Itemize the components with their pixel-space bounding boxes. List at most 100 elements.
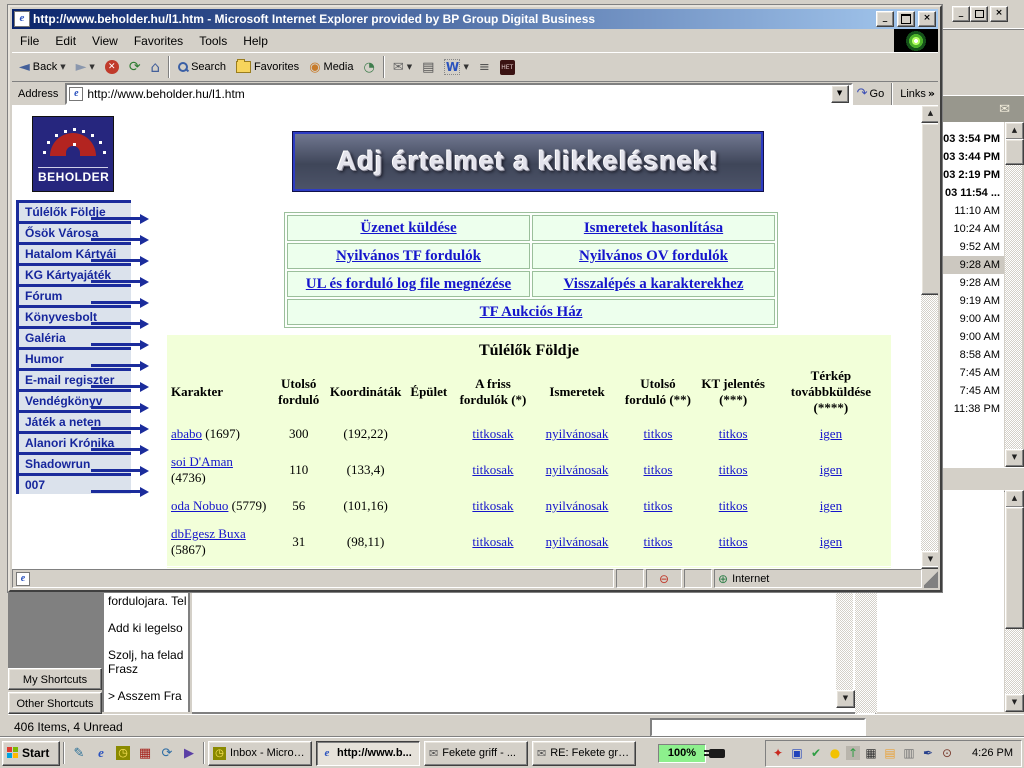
- tray-icon-pinwheel[interactable]: ✦: [770, 745, 786, 761]
- last-turn-link[interactable]: titkos: [644, 462, 673, 477]
- outlook-column-header[interactable]: ✉: [938, 95, 1024, 122]
- task-fekete-griff[interactable]: ✉ Fekete griff - ...: [424, 741, 528, 766]
- sidebar-item-humor[interactable]: Humor: [16, 347, 131, 368]
- sidebar-item-osok-varosa[interactable]: Ősök Városa: [16, 221, 131, 242]
- link-tf-aukcios-haz[interactable]: TF Aukciós Ház: [480, 304, 583, 320]
- quicklaunch-save-icon[interactable]: ▦: [134, 742, 156, 764]
- sidebar-item-galeria[interactable]: Galéria: [16, 326, 131, 347]
- taskbar-clock[interactable]: 4:26 PM: [972, 747, 1013, 759]
- forward-button[interactable]: ► ▼: [71, 57, 100, 77]
- outlook-list-scrollbar[interactable]: ▲ ▼: [1005, 122, 1022, 467]
- quicklaunch-media-player-icon[interactable]: ▶: [178, 742, 200, 764]
- stop-button[interactable]: ✕: [100, 58, 124, 76]
- menu-view[interactable]: View: [84, 31, 126, 51]
- forward-dropdown-icon[interactable]: ▼: [89, 63, 94, 71]
- back-dropdown-icon[interactable]: ▼: [60, 63, 65, 71]
- scroll-up-icon[interactable]: ▲: [1005, 122, 1024, 140]
- task-inbox[interactable]: ◷ Inbox - Micros...: [208, 741, 312, 766]
- sidebar-item-jatek-a-neten[interactable]: Játék a neten: [16, 410, 131, 431]
- search-button[interactable]: Search: [173, 59, 231, 75]
- character-link[interactable]: oda Nobuo: [171, 498, 228, 513]
- history-button[interactable]: ◔: [359, 58, 380, 77]
- kt-report-link[interactable]: titkos: [719, 462, 748, 477]
- link-visszalepes[interactable]: Visszalépés a karakterekhez: [564, 276, 744, 292]
- sidebar-item-shadowrun[interactable]: Shadowrun: [16, 452, 131, 473]
- tray-icon-network-update[interactable]: ↑: [846, 746, 860, 760]
- beholder-logo[interactable]: BEHOLDER: [32, 116, 114, 192]
- start-button[interactable]: Start: [2, 741, 60, 766]
- outlook-message-list[interactable]: 03 3:54 PM 03 3:44 PM 03 2:19 PM 03 11:5…: [938, 122, 1004, 467]
- task-re-fekete-griff[interactable]: ✉ RE: Fekete grif...: [532, 741, 636, 766]
- outlook-preview-scrollbar[interactable]: ▲ ▼: [1005, 490, 1022, 712]
- message-received-time[interactable]: 9:00 AM: [938, 310, 1004, 328]
- menu-tools[interactable]: Tools: [191, 31, 235, 51]
- tray-icon-search[interactable]: ⊙: [939, 745, 955, 761]
- last-turn-link[interactable]: titkos: [644, 498, 673, 513]
- scroll-down-icon[interactable]: ▼: [1005, 449, 1024, 467]
- resize-grip[interactable]: [924, 569, 938, 588]
- banner-image[interactable]: Adj értelmet a klikkelésnek!: [293, 132, 763, 191]
- tray-icon-printer[interactable]: ▥: [901, 745, 917, 761]
- menu-favorites[interactable]: Favorites: [126, 31, 191, 51]
- outlook-close-button[interactable]: ×: [990, 6, 1008, 22]
- privacy-indicator[interactable]: ⊖: [646, 569, 682, 588]
- map-forward-link[interactable]: igen: [820, 462, 842, 477]
- link-nyilvanos-tf-fordulok[interactable]: Nyilvános TF fordulók: [336, 248, 481, 264]
- link-nyilvanos-ov-fordulok[interactable]: Nyilvános OV fordulók: [579, 248, 728, 264]
- quicklaunch-sync-icon[interactable]: ⟳: [156, 742, 178, 764]
- discuss-button[interactable]: ≡: [474, 58, 495, 77]
- quicklaunch-outlook-icon[interactable]: ◷: [112, 742, 134, 764]
- message-received-time-selected[interactable]: 9:28 AM: [938, 256, 1004, 274]
- scroll-down-icon[interactable]: ▼: [836, 690, 855, 708]
- kt-report-link[interactable]: titkos: [719, 534, 748, 549]
- sidebar-item-konyvesbolt[interactable]: Könyvesbolt: [16, 305, 131, 326]
- tray-icon-display[interactable]: ▦: [863, 745, 879, 761]
- message-received-time[interactable]: 7:45 AM: [938, 364, 1004, 382]
- link-log-file-megnezese[interactable]: UL és forduló log file megnézése: [306, 276, 511, 292]
- outlook-scroll-strip[interactable]: ▼: [855, 588, 877, 732]
- message-received-time[interactable]: 9:19 AM: [938, 292, 1004, 310]
- menu-file[interactable]: File: [12, 31, 47, 51]
- message-received-time[interactable]: 8:58 AM: [938, 346, 1004, 364]
- map-forward-link[interactable]: igen: [820, 534, 842, 549]
- scroll-up-icon[interactable]: ▲: [921, 105, 938, 123]
- edit-dropdown-icon[interactable]: ▼: [463, 63, 468, 71]
- message-received-time[interactable]: 03 3:44 PM: [938, 148, 1004, 166]
- outlook-minimize-button[interactable]: _: [952, 6, 970, 22]
- home-button[interactable]: ⌂: [146, 56, 166, 78]
- sidebar-item-email-regiszter[interactable]: E-mail regiszter: [16, 368, 131, 389]
- quicklaunch-note-icon[interactable]: ✎: [68, 742, 90, 764]
- fresh-turns-link[interactable]: titkosak: [472, 534, 513, 549]
- mail-dropdown-icon[interactable]: ▼: [407, 63, 412, 71]
- map-forward-link[interactable]: igen: [820, 426, 842, 441]
- knowledge-link[interactable]: nyilvánosak: [546, 498, 609, 513]
- message-received-time[interactable]: 9:52 AM: [938, 238, 1004, 256]
- sidebar-item-vendegkonyv[interactable]: Vendégkönyv: [16, 389, 131, 410]
- kt-report-link[interactable]: titkos: [719, 498, 748, 513]
- minimize-button[interactable]: _: [876, 11, 894, 27]
- battery-indicator[interactable]: 100%: [658, 744, 706, 763]
- outlook-restore-button[interactable]: [970, 6, 988, 22]
- kt-report-link[interactable]: titkos: [719, 426, 748, 441]
- message-received-time[interactable]: 11:10 AM: [938, 202, 1004, 220]
- print-button[interactable]: ▤: [417, 58, 439, 77]
- message-received-time[interactable]: 03 11:54 ...: [938, 184, 1004, 202]
- tray-icon-messenger[interactable]: ●: [827, 745, 843, 761]
- sidebar-item-tulelok-foldje[interactable]: Túlélők Földje: [16, 200, 131, 221]
- tray-icon-antivirus[interactable]: ✔: [808, 745, 824, 761]
- refresh-button[interactable]: ⟳: [124, 57, 146, 77]
- task-ie-beholder[interactable]: e http://www.b...: [316, 741, 420, 766]
- scroll-down-icon[interactable]: ▼: [1005, 694, 1024, 712]
- knowledge-link[interactable]: nyilvánosak: [546, 426, 609, 441]
- sidebar-item-hatalom-kartyai[interactable]: Hatalom Kártyái: [16, 242, 131, 263]
- links-toolbar[interactable]: Links »: [900, 87, 935, 100]
- tray-icon-app-blue[interactable]: ▣: [789, 745, 805, 761]
- back-button[interactable]: ◄ Back ▼: [14, 57, 71, 77]
- go-button[interactable]: ↷ Go: [857, 86, 885, 101]
- fresh-turns-link[interactable]: titkosak: [472, 462, 513, 477]
- quicklaunch-ie-icon[interactable]: e: [90, 742, 112, 764]
- map-forward-link[interactable]: igen: [820, 498, 842, 513]
- message-received-time[interactable]: 9:00 AM: [938, 328, 1004, 346]
- last-turn-link[interactable]: titkos: [644, 426, 673, 441]
- address-dropdown-icon[interactable]: ▼: [831, 85, 849, 103]
